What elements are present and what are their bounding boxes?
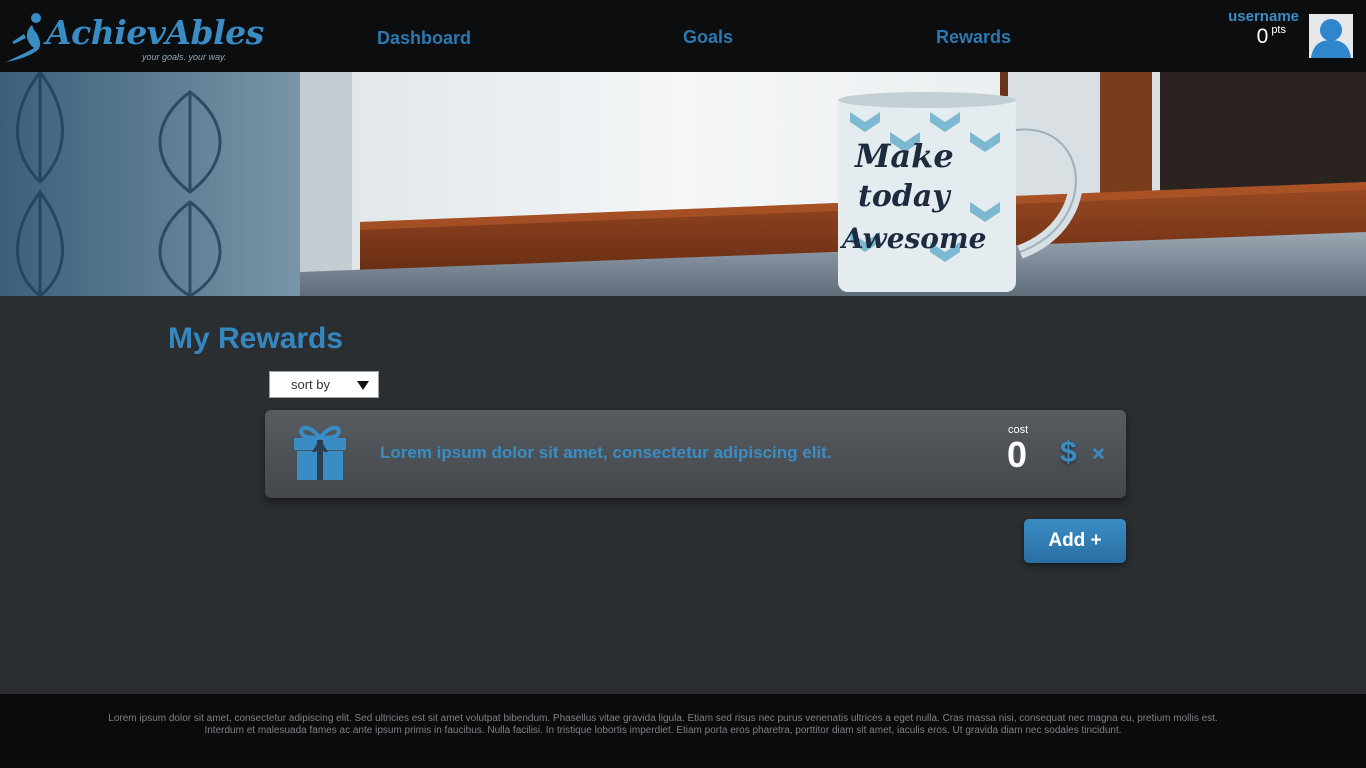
footer-text: Lorem ipsum dolor sit amet, consectetur … (108, 713, 1218, 736)
cost-value: 0 (1007, 434, 1028, 475)
dollar-icon[interactable]: $ (1060, 436, 1077, 470)
mug-text-line-1: Make (854, 137, 954, 175)
logo-wordmark: AchievAbles (46, 13, 264, 52)
footer: Lorem ipsum dolor sit amet, consectetur … (0, 694, 1366, 768)
mug-text-line-2: today (858, 179, 952, 214)
caret-down-icon (357, 381, 369, 390)
achievables-logo[interactable]: AchievAbles your goals. your way. (4, 10, 264, 66)
reward-card: Lorem ipsum dolor sit amet, consectetur … (265, 410, 1126, 498)
nav-link-goals[interactable]: Goals (683, 27, 733, 48)
sort-by-label: sort by (291, 377, 331, 392)
username-label[interactable]: username (1228, 8, 1299, 25)
banner-photo: Make today Awesome (0, 72, 1366, 296)
sort-by-dropdown[interactable]: sort by (269, 371, 379, 398)
points-value: 0 (1256, 25, 1269, 48)
nav-link-rewards[interactable]: Rewards (936, 27, 1011, 48)
points-unit: pts (1271, 24, 1286, 36)
logo-figure-icon (6, 13, 41, 62)
mug-text-line-3: Awesome (839, 222, 986, 255)
add-reward-button[interactable]: Add + (1024, 519, 1126, 563)
page-title: My Rewards (168, 322, 344, 355)
gift-icon (294, 425, 346, 480)
reward-description: Lorem ipsum dolor sit amet, consectetur … (380, 443, 832, 462)
nav-link-dashboard[interactable]: Dashboard (377, 28, 471, 49)
logo-tagline: your goals. your way. (142, 52, 227, 62)
hero-banner-image: Make today Awesome (0, 72, 1366, 296)
close-icon[interactable]: × (1092, 441, 1105, 467)
top-nav-bar: AchievAbles your goals. your way. Dashbo… (0, 0, 1366, 72)
user-points: 0 pts (1257, 24, 1286, 49)
avatar[interactable] (1309, 14, 1353, 58)
user-avatar-icon (1311, 19, 1351, 58)
